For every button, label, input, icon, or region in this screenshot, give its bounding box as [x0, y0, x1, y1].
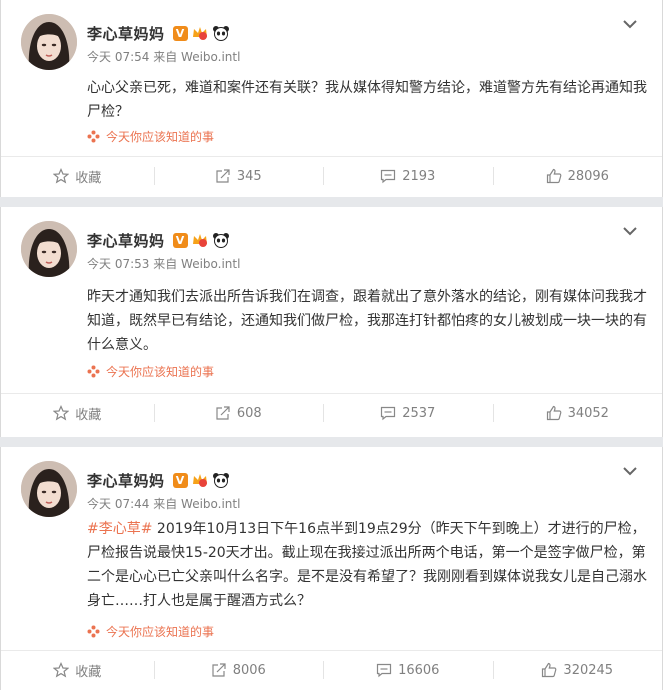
post-text: 2019年10月13日下午16点半到19点29分（昨天下午到晚上）才进行的尸检，… — [87, 521, 647, 609]
chevron-down-icon[interactable] — [622, 18, 638, 30]
chevron-down-icon[interactable] — [622, 465, 638, 477]
repost-button[interactable]: 345 — [153, 157, 323, 195]
avatar[interactable] — [21, 14, 77, 70]
flower-icon — [87, 625, 100, 638]
action-bar: 收藏 345 2193 28096 — [1, 157, 662, 195]
comment-button[interactable]: 16606 — [323, 651, 492, 689]
comment-icon — [381, 169, 396, 184]
post-header: 李心草妈妈 V — [87, 22, 230, 44]
thumbs-up-icon — [546, 405, 561, 421]
author-name[interactable]: 李心草妈妈 — [87, 23, 165, 44]
repost-button[interactable]: 608 — [153, 394, 323, 432]
like-button[interactable]: 28096 — [492, 157, 662, 195]
recommend-link[interactable]: 今天你应该知道的事 — [87, 128, 214, 145]
share-icon — [216, 406, 230, 420]
share-icon — [212, 663, 226, 677]
weibo-post: 李心草妈妈 V 今天 07:53 来自 Weibo.intl 昨天才通知我们去派… — [0, 207, 663, 437]
action-bar: 收藏 8006 16606 320245 — [1, 651, 662, 689]
panda-badge-icon[interactable] — [212, 472, 230, 488]
collect-button[interactable]: 收藏 — [1, 394, 154, 432]
collect-label: 收藏 — [75, 664, 102, 680]
comment-icon — [381, 406, 396, 421]
comment-icon — [376, 663, 392, 678]
like-count: 28096 — [567, 168, 609, 184]
panda-badge-icon[interactable] — [212, 25, 230, 41]
post-text: 昨天才通知我们去派出所告诉我们在调查，跟着就出了意外落水的结论，刚有媒体问我我才… — [87, 289, 647, 353]
flower-icon — [87, 365, 100, 378]
post-content: #李心草# 2019年10月13日下午16点半到19点29分（昨天下午到晚上）才… — [87, 517, 647, 613]
comment-button[interactable]: 2537 — [323, 394, 492, 432]
v-badge-icon[interactable]: V — [172, 232, 188, 248]
recommend-link[interactable]: 今天你应该知道的事 — [87, 623, 214, 640]
like-count: 34052 — [567, 405, 609, 421]
star-icon — [53, 662, 70, 678]
collect-button[interactable]: 收藏 — [1, 651, 154, 689]
repost-count: 345 — [236, 168, 262, 184]
repost-count: 8006 — [232, 662, 266, 678]
like-button[interactable]: 320245 — [492, 651, 662, 689]
post-header: 李心草妈妈 V — [87, 469, 230, 491]
recommend-label: 今天你应该知道的事 — [106, 625, 215, 639]
post-time-source: 今天 07:44 来自 Weibo.intl — [87, 497, 241, 511]
thumbs-up-icon — [542, 662, 557, 678]
recommend-link[interactable]: 今天你应该知道的事 — [87, 363, 214, 380]
crown-badge-icon[interactable] — [191, 232, 209, 248]
collect-label: 收藏 — [75, 407, 102, 423]
share-icon — [216, 169, 230, 183]
topic-tag[interactable]: #李心草# — [87, 521, 152, 537]
repost-count: 608 — [236, 405, 262, 421]
comment-count: 2537 — [402, 405, 436, 421]
recommend-label: 今天你应该知道的事 — [106, 130, 215, 144]
repost-button[interactable]: 8006 — [153, 651, 323, 689]
avatar[interactable] — [21, 461, 77, 517]
v-badge-icon[interactable]: V — [172, 472, 188, 488]
post-time-source: 今天 07:54 来自 Weibo.intl — [87, 50, 241, 64]
collect-button[interactable]: 收藏 — [1, 157, 154, 195]
flower-icon — [87, 130, 100, 143]
comment-button[interactable]: 2193 — [323, 157, 492, 195]
star-icon — [53, 405, 70, 421]
author-name[interactable]: 李心草妈妈 — [87, 230, 165, 251]
like-count: 320245 — [563, 662, 614, 678]
comment-count: 16606 — [398, 662, 440, 678]
avatar[interactable] — [21, 221, 77, 277]
collect-label: 收藏 — [75, 170, 102, 186]
post-content: 心心父亲已死，难道和案件还有关联？我从媒体得知警方结论，难道警方先有结论再通知我… — [87, 76, 647, 124]
star-icon — [53, 168, 70, 184]
action-bar: 收藏 608 2537 34052 — [1, 394, 662, 432]
post-time-source: 今天 07:53 来自 Weibo.intl — [87, 257, 241, 271]
author-name[interactable]: 李心草妈妈 — [87, 470, 165, 491]
crown-badge-icon[interactable] — [191, 472, 209, 488]
post-content: 昨天才通知我们去派出所告诉我们在调查，跟着就出了意外落水的结论，刚有媒体问我我才… — [87, 285, 647, 357]
crown-badge-icon[interactable] — [191, 25, 209, 41]
like-button[interactable]: 34052 — [492, 394, 662, 432]
weibo-post: 李心草妈妈 V 今天 07:54 来自 Weibo.intl 心心父亲已死，难道… — [0, 0, 663, 197]
post-text: 心心父亲已死，难道和案件还有关联？我从媒体得知警方结论，难道警方先有结论再通知我… — [87, 80, 647, 120]
v-badge-icon[interactable]: V — [172, 25, 188, 41]
chevron-down-icon[interactable] — [622, 225, 638, 237]
comment-count: 2193 — [402, 168, 436, 184]
recommend-label: 今天你应该知道的事 — [106, 365, 215, 379]
post-header: 李心草妈妈 V — [87, 229, 230, 251]
panda-badge-icon[interactable] — [212, 232, 230, 248]
thumbs-up-icon — [546, 168, 561, 184]
weibo-post: 李心草妈妈 V 今天 07:44 来自 Weibo.intl #李心草# 201… — [0, 447, 663, 690]
